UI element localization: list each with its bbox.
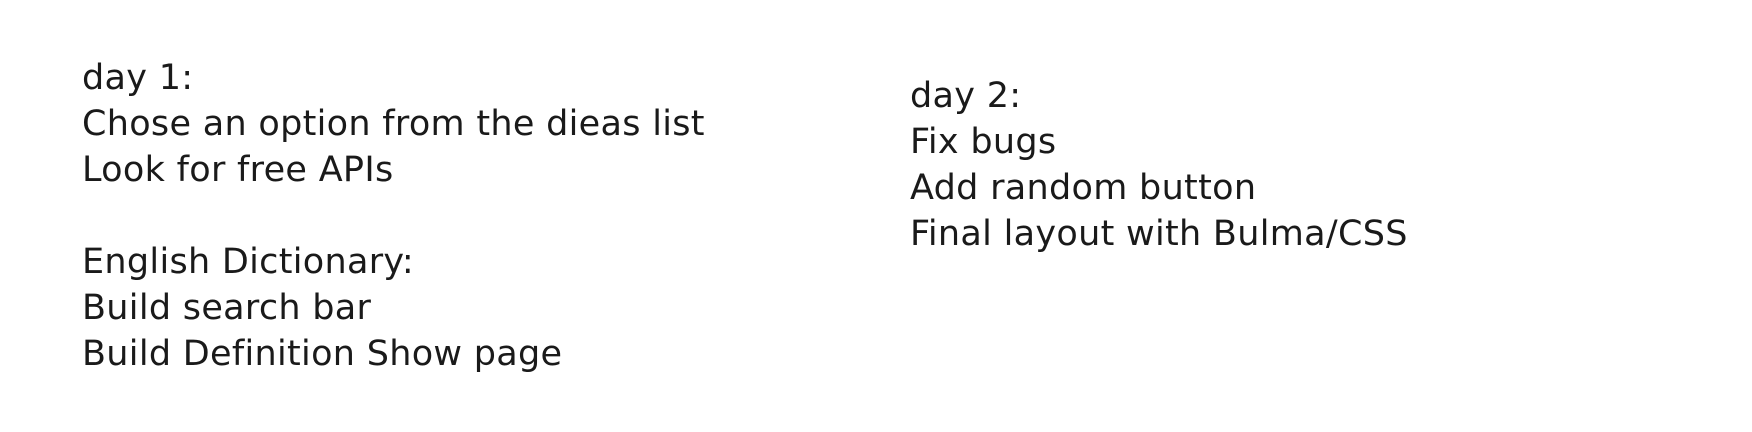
day-2-task-fix-bugs: Fix bugs (910, 122, 1057, 162)
day-1-task-find-apis: Look for free APIs (82, 150, 394, 190)
task-build-search-bar: Build search bar (82, 288, 372, 328)
day-1-heading: day 1: (82, 58, 194, 98)
english-dictionary-heading: English Dictionary: (82, 242, 414, 282)
day-2-task-final-layout: Final layout with Bulma/CSS (910, 214, 1408, 254)
day-1-task-choose-option: Chose an option from the dieas list (82, 104, 705, 144)
task-build-definition-page: Build Definition Show page (82, 334, 563, 374)
day-2-heading: day 2: (910, 76, 1022, 116)
day-2-notes: day 2: Fix bugs Add random button Final … (910, 73, 1408, 257)
day-2-task-random-button: Add random button (910, 168, 1257, 208)
day-1-notes: day 1: Chose an option from the dieas li… (82, 55, 705, 377)
whiteboard-canvas: day 1: Chose an option from the dieas li… (0, 0, 1752, 432)
